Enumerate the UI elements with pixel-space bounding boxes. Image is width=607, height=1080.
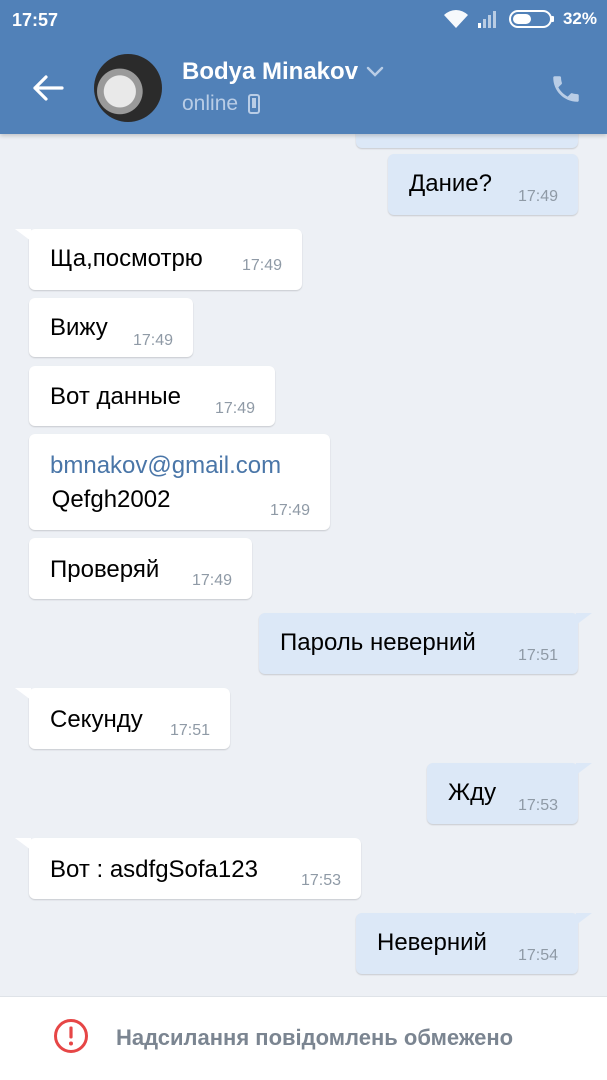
avatar[interactable] [94, 54, 162, 122]
message-text: Вот : asdfgSofa123 [50, 856, 258, 883]
message-text: Секунду [50, 706, 143, 733]
wifi-icon [443, 9, 469, 29]
restriction-bar: Надсилання повідомлень обмежено [0, 996, 607, 1080]
message-time: 17:53 [517, 797, 558, 814]
battery-percent: 32% [562, 9, 597, 28]
message-list[interactable]: Дание? 17:49 Ща,посмотрю 17:49 Вижу 17:4… [0, 114, 607, 996]
message-time: 17:49 [191, 572, 232, 589]
message-bubble[interactable]: Дание? 17:49 [388, 154, 578, 215]
status-bar: 17:57 32% [0, 0, 607, 40]
contact-name: Bodya Minakov [182, 58, 359, 85]
message-time: 17:49 [132, 332, 173, 349]
message-time: 17:53 [300, 872, 341, 889]
message-time: 17:49 [269, 502, 310, 519]
online-status: online [182, 92, 239, 115]
message-text: Вижу [50, 314, 108, 341]
message-time: 17:49 [517, 188, 558, 205]
contact-name-button[interactable]: Bodya Minakov [182, 58, 384, 86]
message-bubble[interactable]: Вот : asdfgSofa123 17:53 [15, 838, 361, 899]
restriction-notice: Надсилання повідомлень обмежено [116, 1025, 514, 1050]
call-button[interactable] [549, 72, 583, 106]
message-bubble[interactable]: Вот данные 17:49 [29, 366, 275, 426]
contact-status: online [182, 92, 261, 116]
battery-icon [508, 9, 555, 29]
message-text: Пароль неверний [280, 629, 476, 656]
message-text: Ща,посмотрю [50, 245, 203, 272]
message-time: 17:54 [517, 947, 558, 964]
message-time: 17:49 [214, 400, 255, 417]
chat-header: 17:57 32% Bodya Minakov online [0, 0, 607, 134]
back-button[interactable] [28, 70, 68, 106]
message-text: Qefgh2002 [45, 486, 171, 513]
signal-icon [477, 9, 501, 29]
message-bubble[interactable]: bmnakov@gmail.com Qefgh2002 17:49 [29, 434, 330, 530]
message-text: Проверяй [50, 556, 160, 583]
message-bubble[interactable]: Неверний 17:54 [356, 913, 592, 974]
message-text: Неверний [377, 929, 487, 956]
message-bubble[interactable]: Ща,посмотрю 17:49 [15, 229, 302, 290]
message-time: 17:51 [169, 722, 210, 739]
status-icons: 32% [443, 9, 597, 29]
message-bubble[interactable]: Секунду 17:51 [15, 688, 230, 749]
call-icon [553, 76, 579, 102]
message-time: 17:51 [517, 647, 558, 664]
back-arrow-icon [33, 75, 64, 101]
warning-icon [53, 1018, 89, 1059]
chevron-down-icon [366, 66, 384, 77]
message-bubble[interactable]: Жду 17:53 [427, 763, 592, 824]
message-bubble[interactable]: Пароль неверний 17:51 [259, 613, 592, 674]
message-text: Дание? [409, 170, 492, 197]
status-time: 17:57 [12, 10, 59, 30]
phone-icon [248, 94, 261, 114]
message-bubble[interactable]: Проверяй 17:49 [29, 538, 252, 599]
message-text: Жду [448, 779, 497, 806]
message-text: Вот данные [50, 383, 181, 410]
message-time: 17:49 [241, 257, 282, 274]
message-bubble[interactable]: Вижу 17:49 [29, 298, 193, 357]
email-link[interactable]: bmnakov@gmail.com [50, 452, 281, 480]
